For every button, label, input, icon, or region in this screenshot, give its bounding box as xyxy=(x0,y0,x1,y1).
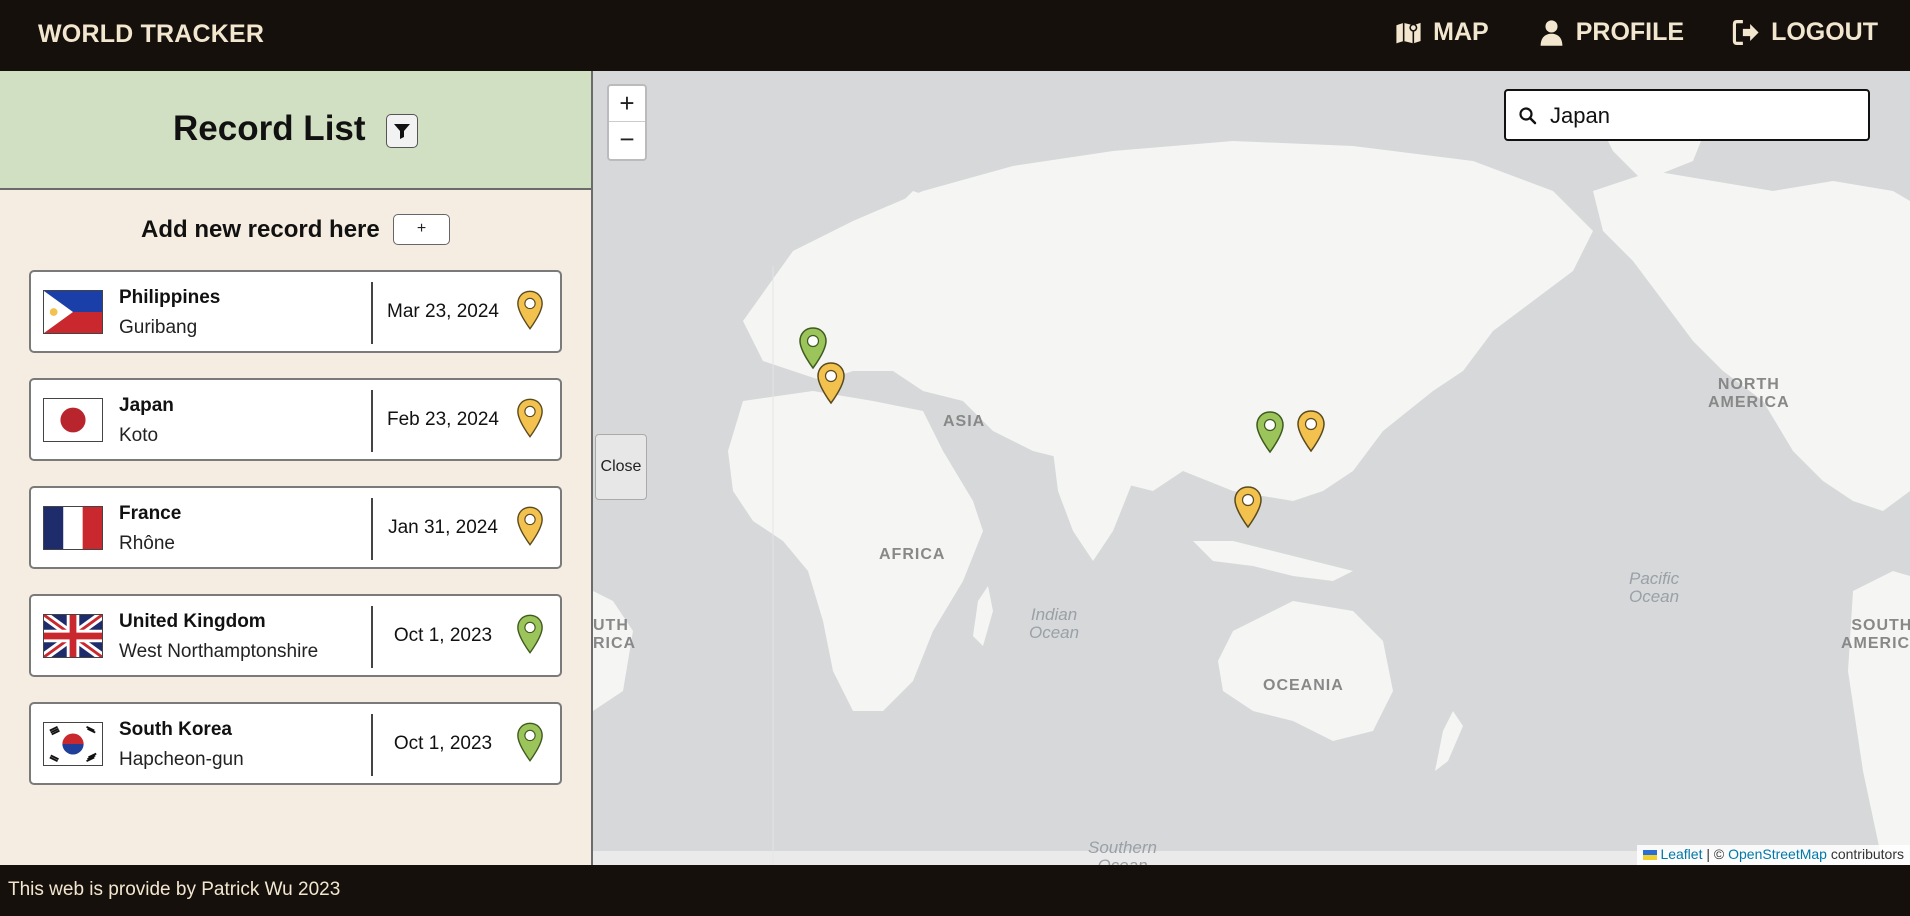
record-item[interactable]: France Rhône Jan 31, 2024 xyxy=(29,486,562,569)
record-item[interactable]: United Kingdom West Northamptonshire Oct… xyxy=(29,594,562,677)
record-city: Hapcheon-gun xyxy=(119,749,244,770)
top-navbar: WORLD TRACKER MAP PROFILE LOGOUT xyxy=(0,0,1910,71)
record-country: Japan xyxy=(119,395,174,416)
zoom-out-button[interactable]: − xyxy=(609,122,645,158)
map-search-box xyxy=(1504,89,1870,141)
green-pin-icon[interactable] xyxy=(516,613,544,655)
nav-links: MAP PROFILE LOGOUT xyxy=(1394,18,1878,47)
record-city: Rhône xyxy=(119,533,175,554)
ukraine-flag-icon xyxy=(1642,850,1657,861)
add-record-label: Add new record here xyxy=(141,216,380,243)
record-item[interactable]: South Korea Hapcheon-gun Oct 1, 2023 xyxy=(29,702,562,785)
record-date: Oct 1, 2023 xyxy=(393,733,493,754)
nav-map-link[interactable]: MAP xyxy=(1394,18,1489,47)
map-marker-japan[interactable] xyxy=(1296,409,1326,453)
nav-profile-link[interactable]: PROFILE xyxy=(1537,18,1684,47)
japan-flag-icon xyxy=(43,398,103,442)
record-list-header: Record List xyxy=(0,71,591,190)
record-date: Mar 23, 2024 xyxy=(387,301,499,322)
map-label-asia: ASIA xyxy=(943,413,986,430)
nav-logout-link[interactable]: LOGOUT xyxy=(1732,18,1878,47)
map-icon xyxy=(1396,22,1421,44)
map-marker-south-korea[interactable] xyxy=(1255,410,1285,454)
nav-logout-label: LOGOUT xyxy=(1771,18,1878,46)
map-label-africa: AFRICA xyxy=(879,546,946,563)
france-flag-icon xyxy=(43,506,103,550)
filter-icon xyxy=(394,124,410,139)
yellow-pin-icon[interactable] xyxy=(516,397,544,439)
map-marker-france[interactable] xyxy=(816,361,846,405)
map-label-pacific-ocean: Pacific Ocean xyxy=(1629,569,1680,606)
add-record-row: Add new record here + xyxy=(0,212,591,248)
map-label-south-america-left: UTH RICA xyxy=(593,617,637,652)
zoom-control: + − xyxy=(607,84,647,161)
brand-title[interactable]: WORLD TRACKER xyxy=(38,20,264,49)
record-city: Koto xyxy=(119,425,159,446)
add-record-button[interactable]: + xyxy=(393,214,450,245)
record-date: Feb 23, 2024 xyxy=(387,409,499,430)
nav-profile-label: PROFILE xyxy=(1575,18,1685,46)
record-date: Oct 1, 2023 xyxy=(393,625,493,646)
record-city: Guribang xyxy=(119,317,198,338)
close-sidebar-button[interactable]: Close xyxy=(595,434,647,500)
footer-text: This web is provide by Patrick Wu 2023 xyxy=(8,879,341,900)
map-attribution: Leaflet | © OpenStreetMap contributors xyxy=(1636,845,1910,865)
record-date: Jan 31, 2024 xyxy=(388,517,498,538)
south-korea-flag-icon xyxy=(43,722,103,766)
world-map[interactable]: ASIA AFRICA OCEANIA NORTH AMERICA UTH RICA… xyxy=(593,71,1910,865)
yellow-pin-icon[interactable] xyxy=(516,505,544,547)
record-list: Philippines Guribang Mar 23, 2024 Japan … xyxy=(29,270,562,810)
record-item[interactable]: Japan Koto Feb 23, 2024 xyxy=(29,378,562,461)
record-list-title: Record List xyxy=(173,109,366,148)
page-footer: This web is provide by Patrick Wu 2023 xyxy=(0,865,1910,916)
yellow-pin-icon[interactable] xyxy=(516,289,544,331)
map-label-south-america-right: SOUTHAMERICA xyxy=(1841,617,1910,652)
map-tiles xyxy=(593,71,1910,865)
nav-map-label: MAP xyxy=(1433,18,1489,46)
filter-button[interactable] xyxy=(386,114,418,148)
record-city: West Northamptonshire xyxy=(119,641,319,662)
map-label-indian-ocean: Indian Ocean xyxy=(1029,605,1080,642)
record-country: South Korea xyxy=(119,719,232,740)
leaflet-link[interactable]: Leaflet xyxy=(1660,846,1702,862)
uk-flag-icon xyxy=(43,614,103,658)
map-label-southern-ocean: SouthernOcean xyxy=(1088,838,1157,866)
logout-icon xyxy=(1732,20,1759,45)
map-label-north-america: NORTH AMERICA xyxy=(1708,376,1790,411)
map-label-oceania: OCEANIA xyxy=(1263,677,1344,694)
philippines-flag-icon xyxy=(43,290,103,334)
zoom-in-button[interactable]: + xyxy=(609,86,645,122)
user-icon xyxy=(1540,20,1563,46)
record-country: France xyxy=(119,503,182,524)
record-item[interactable]: Philippines Guribang Mar 23, 2024 xyxy=(29,270,562,353)
map-marker-philippines[interactable] xyxy=(1233,485,1263,529)
record-country: United Kingdom xyxy=(119,611,266,632)
green-pin-icon[interactable] xyxy=(516,721,544,763)
record-country: Philippines xyxy=(119,287,221,308)
osm-link[interactable]: OpenStreetMap xyxy=(1728,846,1827,862)
record-sidebar: Record List Add new record here + Philip… xyxy=(0,71,593,865)
map-search-input[interactable] xyxy=(1550,101,1850,131)
search-icon xyxy=(1519,107,1537,125)
